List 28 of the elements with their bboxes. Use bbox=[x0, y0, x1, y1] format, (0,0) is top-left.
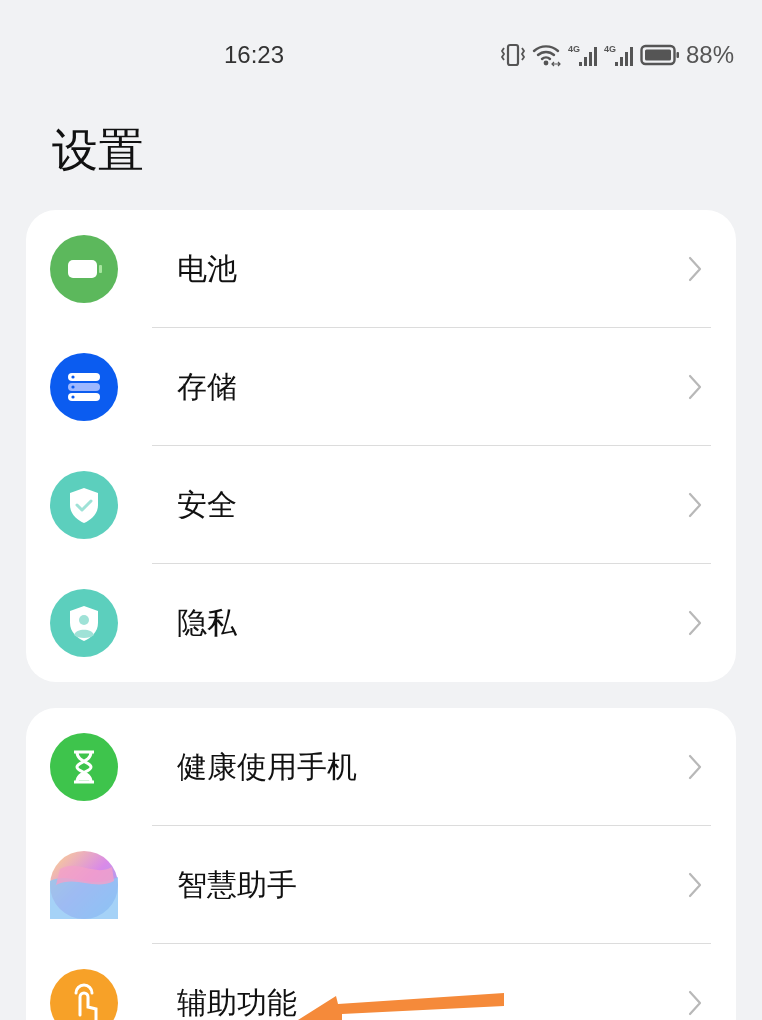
hourglass-icon bbox=[50, 733, 118, 801]
settings-item-label[interactable]: 安全 bbox=[177, 484, 688, 526]
chevron-right-icon bbox=[688, 492, 702, 518]
page-title: 设置 bbox=[52, 122, 145, 179]
chevron-right-icon bbox=[688, 256, 702, 282]
settings-item-label[interactable]: 存储 bbox=[177, 366, 688, 408]
network-type-label: 4G bbox=[567, 44, 580, 54]
chevron-right-icon bbox=[688, 872, 702, 898]
settings-item-label[interactable]: 隐私 bbox=[177, 602, 688, 644]
shield-person-icon bbox=[50, 589, 118, 657]
shield-check-icon bbox=[50, 471, 118, 539]
settings-item-label[interactable]: 智慧助手 bbox=[177, 864, 688, 906]
wifi-icon bbox=[531, 43, 562, 67]
chevron-right-icon bbox=[688, 610, 702, 636]
vibrate-icon bbox=[499, 43, 526, 67]
orb-icon bbox=[50, 851, 118, 919]
storage-icon bbox=[50, 353, 118, 421]
battery-status-icon bbox=[639, 44, 680, 66]
settings-item-label[interactable]: 健康使用手机 bbox=[177, 746, 688, 788]
battery-percentage: 88% bbox=[685, 41, 734, 69]
network-type-label: 4G bbox=[603, 44, 616, 54]
settings-item-label[interactable]: 电池 bbox=[177, 248, 688, 290]
settings-item-label[interactable]: 辅助功能 bbox=[177, 982, 688, 1020]
chevron-right-icon bbox=[688, 374, 702, 400]
chevron-right-icon bbox=[688, 754, 702, 780]
chevron-right-icon bbox=[688, 990, 702, 1016]
battery-icon bbox=[50, 235, 118, 303]
status-time: 16:23 bbox=[224, 41, 285, 69]
